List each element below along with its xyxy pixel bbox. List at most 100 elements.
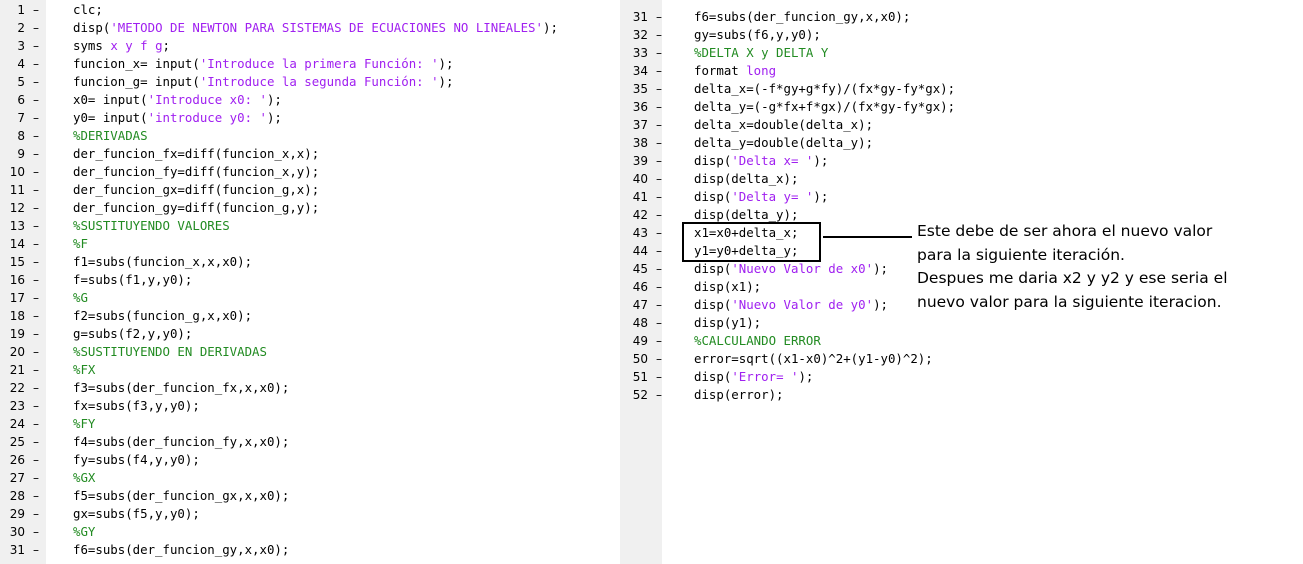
breakpoint-marker[interactable]: – — [656, 314, 662, 332]
breakpoint-marker[interactable]: – — [656, 80, 662, 98]
code-line[interactable]: 11– der_funcion_gx=diff(funcion_g,x); — [0, 181, 610, 199]
code-line[interactable]: 22– f3=subs(der_funcion_fx,x,x0); — [0, 379, 610, 397]
code-line[interactable]: 19– g=subs(f2,y,y0); — [0, 325, 610, 343]
code-line[interactable]: 39– disp('Delta x= '); — [620, 152, 920, 170]
code-line[interactable]: 5– funcion_g= input('Introduce la segunda… — [0, 73, 610, 91]
breakpoint-marker[interactable]: – — [33, 91, 39, 109]
code-line[interactable]: 9– der_funcion_fx=diff(funcion_x,x); — [0, 145, 610, 163]
breakpoint-marker[interactable]: – — [33, 55, 39, 73]
breakpoint-marker[interactable]: – — [33, 379, 39, 397]
breakpoint-marker[interactable]: – — [33, 307, 39, 325]
code-line[interactable]: 29– gx=subs(f5,y,y0); — [0, 505, 610, 523]
code-line[interactable]: 38– delta_y=double(delta_y); — [620, 134, 920, 152]
breakpoint-marker[interactable]: – — [656, 386, 662, 404]
breakpoint-marker[interactable]: – — [656, 206, 662, 224]
breakpoint-marker[interactable]: – — [33, 397, 39, 415]
breakpoint-marker[interactable]: – — [33, 253, 39, 271]
code-line[interactable]: 6– x0= input('Introduce x0: '); — [0, 91, 610, 109]
breakpoint-marker[interactable]: – — [33, 37, 39, 55]
code-line[interactable]: 1– clc; — [0, 1, 610, 19]
code-line[interactable]: 52– disp(error); — [620, 386, 920, 404]
breakpoint-marker[interactable]: – — [656, 44, 662, 62]
breakpoint-marker[interactable]: – — [33, 451, 39, 469]
breakpoint-marker[interactable]: – — [33, 109, 39, 127]
code-line[interactable]: 4– funcion_x= input('Introduce la primera… — [0, 55, 610, 73]
code-line[interactable]: 50– error=sqrt((x1-x0)^2+(y1-y0)^2); — [620, 350, 933, 368]
code-line[interactable]: 26– fy=subs(f4,y,y0); — [0, 451, 610, 469]
breakpoint-marker[interactable]: – — [33, 343, 39, 361]
code-line[interactable]: 23– fx=subs(f3,y,y0); — [0, 397, 610, 415]
breakpoint-marker[interactable]: – — [656, 26, 662, 44]
breakpoint-marker[interactable]: – — [656, 242, 662, 260]
breakpoint-marker[interactable]: – — [656, 350, 662, 368]
code-line[interactable]: 30– %GY — [0, 523, 610, 541]
code-line[interactable]: 47– disp('Nuevo Valor de y0'); — [620, 296, 920, 314]
breakpoint-marker[interactable]: – — [656, 296, 662, 314]
code-line[interactable]: 24– %FY — [0, 415, 610, 433]
breakpoint-marker[interactable]: – — [656, 188, 662, 206]
code-line[interactable]: 2– disp('METODO DE NEWTON PARA SISTEMAS D… — [0, 19, 610, 37]
breakpoint-marker[interactable]: – — [33, 541, 39, 559]
breakpoint-marker[interactable]: – — [33, 163, 39, 181]
code-line[interactable]: 15– f1=subs(funcion_x,x,x0); — [0, 253, 610, 271]
code-line[interactable]: 20– %SUSTITUYENDO EN DERIVADAS — [0, 343, 610, 361]
breakpoint-marker[interactable]: – — [656, 368, 662, 386]
breakpoint-marker[interactable]: – — [656, 98, 662, 116]
code-line[interactable]: 10– der_funcion_fy=diff(funcion_x,y); — [0, 163, 610, 181]
code-line[interactable]: 37– delta_x=double(delta_x); — [620, 116, 920, 134]
breakpoint-marker[interactable]: – — [33, 73, 39, 91]
code-line[interactable]: 51– disp('Error= '); — [620, 368, 920, 386]
breakpoint-marker[interactable]: – — [656, 62, 662, 80]
breakpoint-marker[interactable]: – — [656, 260, 662, 278]
code-line[interactable]: 41– disp('Delta y= '); — [620, 188, 920, 206]
breakpoint-marker[interactable]: – — [33, 181, 39, 199]
code-line[interactable]: 21– %FX — [0, 361, 610, 379]
code-line[interactable]: 45– disp('Nuevo Valor de x0'); — [620, 260, 920, 278]
breakpoint-marker[interactable]: – — [656, 278, 662, 296]
breakpoint-marker[interactable]: – — [33, 487, 39, 505]
breakpoint-marker[interactable]: – — [656, 332, 662, 350]
code-line[interactable]: 40– disp(delta_x); — [620, 170, 920, 188]
code-line[interactable]: 3– syms x y f g; — [0, 37, 610, 55]
code-line[interactable]: 31– f6=subs(der_funcion_gy,x,x0); — [0, 541, 610, 559]
code-line[interactable]: 35– delta_x=(-f*gy+g*fy)/(fx*gy-fy*gx); — [620, 80, 955, 98]
code-line[interactable]: 28– f5=subs(der_funcion_gx,x,x0); — [0, 487, 610, 505]
breakpoint-marker[interactable]: – — [33, 523, 39, 541]
breakpoint-marker[interactable]: – — [33, 361, 39, 379]
code-line[interactable]: 49– %CALCULANDO ERROR — [620, 332, 920, 350]
code-line[interactable]: 48– disp(y1); — [620, 314, 920, 332]
code-line[interactable]: 27– %GX — [0, 469, 610, 487]
breakpoint-marker[interactable]: – — [33, 127, 39, 145]
breakpoint-marker[interactable]: – — [33, 325, 39, 343]
breakpoint-marker[interactable]: – — [33, 19, 39, 37]
code-line[interactable]: 36– delta_y=(-g*fx+f*gx)/(fx*gy-fy*gx); — [620, 98, 955, 116]
code-line[interactable]: 16– f=subs(f1,y,y0); — [0, 271, 610, 289]
code-line[interactable]: 14– %F — [0, 235, 610, 253]
breakpoint-marker[interactable]: – — [656, 8, 662, 26]
code-line[interactable]: 18– f2=subs(funcion_g,x,x0); — [0, 307, 610, 325]
breakpoint-marker[interactable]: – — [33, 217, 39, 235]
breakpoint-marker[interactable]: – — [33, 271, 39, 289]
breakpoint-marker[interactable]: – — [33, 289, 39, 307]
breakpoint-marker[interactable]: – — [656, 170, 662, 188]
code-line[interactable]: 7– y0= input('introduce y0: '); — [0, 109, 610, 127]
breakpoint-marker[interactable]: – — [656, 134, 662, 152]
code-line[interactable]: 31– f6=subs(der_funcion_gy,x,x0); — [620, 8, 920, 26]
code-line[interactable]: 34– format long — [620, 62, 920, 80]
breakpoint-marker[interactable]: – — [656, 116, 662, 134]
code-line[interactable]: 46– disp(x1); — [620, 278, 920, 296]
code-line[interactable]: 12– der_funcion_gy=diff(funcion_g,y); — [0, 199, 610, 217]
breakpoint-marker[interactable]: – — [656, 152, 662, 170]
code-line[interactable]: 17– %G — [0, 289, 610, 307]
breakpoint-marker[interactable]: – — [33, 235, 39, 253]
breakpoint-marker[interactable]: – — [33, 1, 39, 19]
breakpoint-marker[interactable]: – — [33, 433, 39, 451]
breakpoint-marker[interactable]: – — [33, 199, 39, 217]
breakpoint-marker[interactable]: – — [33, 145, 39, 163]
code-line[interactable]: 8– %DERIVADAS — [0, 127, 610, 145]
code-line[interactable]: 32– gy=subs(f6,y,y0); — [620, 26, 920, 44]
code-line[interactable]: 13– %SUSTITUYENDO VALORES — [0, 217, 610, 235]
breakpoint-marker[interactable]: – — [33, 505, 39, 523]
breakpoint-marker[interactable]: – — [33, 469, 39, 487]
breakpoint-marker[interactable]: – — [33, 415, 39, 433]
